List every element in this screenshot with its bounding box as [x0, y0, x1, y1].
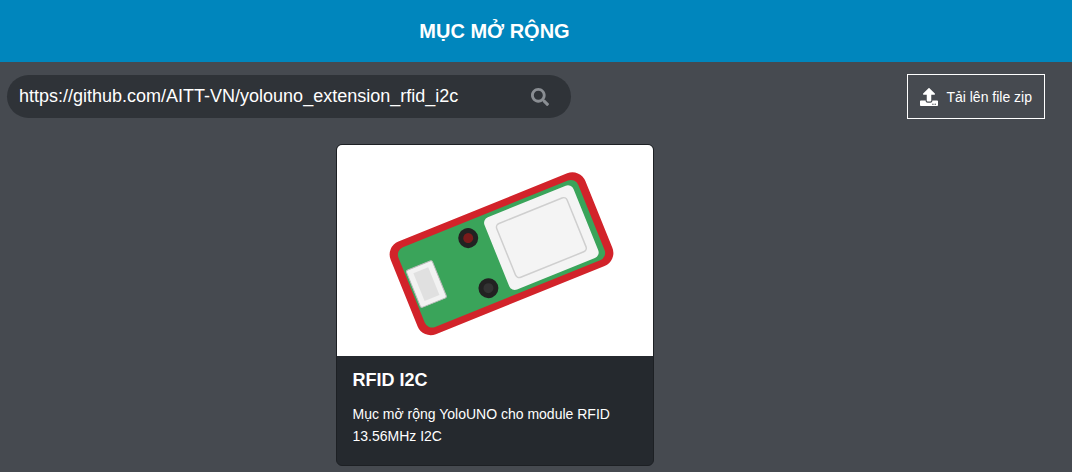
card-title: RFID I2C	[353, 370, 637, 391]
search-box	[7, 75, 571, 118]
rfid-module-icon	[375, 161, 615, 341]
header-title: MỤC MỞ RỘNG	[419, 20, 569, 43]
toolbar: Tải lên file zip	[0, 62, 1072, 119]
card-description: Mục mở rộng YoloUNO cho module RFID 13.5…	[353, 403, 637, 447]
extensions-page: MỤC MỞ RỘNG Tải lên file zip RFID I2C Mục m…	[0, 0, 1072, 472]
card-image	[337, 145, 653, 356]
upload-button[interactable]: Tải lên file zip	[907, 74, 1045, 119]
card-list: RFID I2C Mục mở rộng YoloUNO cho module R…	[0, 119, 1072, 466]
header-bar: MỤC MỞ RỘNG	[0, 0, 1072, 62]
search-input[interactable]	[19, 86, 521, 107]
extension-card[interactable]: RFID I2C Mục mở rộng YoloUNO cho module R…	[336, 144, 654, 466]
search-icon[interactable]	[531, 88, 549, 106]
upload-icon	[920, 88, 938, 106]
card-body: RFID I2C Mục mở rộng YoloUNO cho module R…	[337, 356, 653, 465]
upload-label: Tải lên file zip	[946, 89, 1032, 105]
